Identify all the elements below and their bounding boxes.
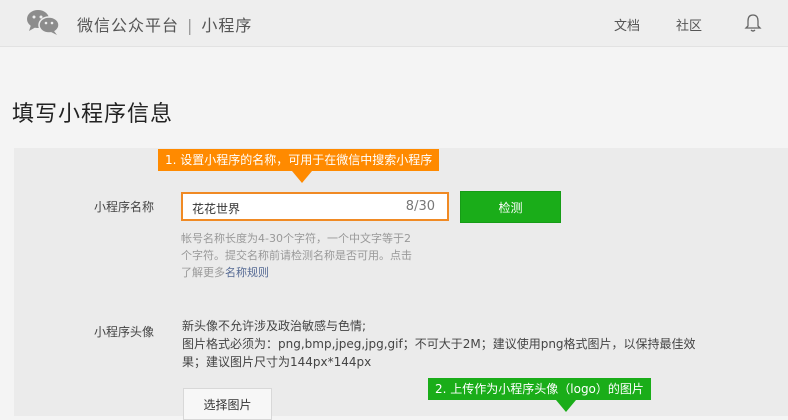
- name-hint-line1: 帐号名称长度为4-30个字符，一个中文字等于2: [181, 232, 411, 245]
- name-label: 小程序名称: [94, 200, 155, 214]
- nav-docs-link[interactable]: 文档: [614, 15, 640, 34]
- bell-icon[interactable]: [744, 13, 762, 33]
- avatar-desc-line1: 新头像不允许涉及政治敏感与色情;: [182, 319, 367, 333]
- brand-name: 微信公众平台: [77, 16, 180, 35]
- name-hint-line3: 了解更多名称规则: [181, 264, 412, 281]
- top-bar: 微信公众平台 | 小程序 文档 社区: [0, 0, 788, 47]
- name-hint: 帐号名称长度为4-30个字符，一个中文字等于2 个字符。提交名称前请检测名称是否…: [181, 230, 412, 281]
- wechat-logo-icon[interactable]: [26, 9, 60, 35]
- name-rules-link[interactable]: 名称规则: [225, 266, 269, 279]
- name-input-value: 花花世界: [192, 202, 241, 216]
- page-title: 填写小程序信息: [12, 102, 174, 127]
- avatar-desc-line2: 图片格式必须为：png,bmp,jpeg,jpg,gif；不可大于2M；建议使用…: [182, 337, 696, 351]
- callout-pointer: [292, 171, 312, 183]
- title-separator: |: [187, 16, 194, 35]
- avatar-description: 新头像不允许涉及政治敏感与色情; 图片格式必须为：png,bmp,jpeg,jp…: [182, 317, 696, 371]
- callout-pointer: [556, 400, 576, 412]
- name-char-count: 8/30: [405, 199, 435, 214]
- name-hint-line2: 个字符。提交名称前请检测名称是否可用。点击: [181, 249, 412, 262]
- nav-community-link[interactable]: 社区: [676, 15, 702, 34]
- name-tip-callout: 1. 设置小程序的名称，可用于在微信中搜索小程序: [158, 149, 440, 183]
- avatar-tip-text: 2. 上传作为小程序头像（logo）的图片: [435, 382, 644, 396]
- avatar-tip-callout: 2. 上传作为小程序头像（logo）的图片: [428, 378, 651, 412]
- name-tip-text: 1. 设置小程序的名称，可用于在微信中搜索小程序: [165, 153, 433, 167]
- select-image-button[interactable]: 选择图片: [183, 388, 272, 420]
- platform-title[interactable]: 微信公众平台 | 小程序: [77, 12, 252, 36]
- section-name: 小程序: [201, 16, 253, 35]
- name-input[interactable]: 花花世界 8/30: [181, 192, 449, 221]
- avatar-label: 小程序头像: [94, 325, 155, 339]
- check-name-button[interactable]: 检测: [460, 191, 561, 223]
- avatar-desc-line3: 果；建议图片尺寸为144px*144px: [182, 355, 372, 369]
- name-hint-prefix: 了解更多: [181, 266, 225, 279]
- form-panel: [14, 148, 788, 416]
